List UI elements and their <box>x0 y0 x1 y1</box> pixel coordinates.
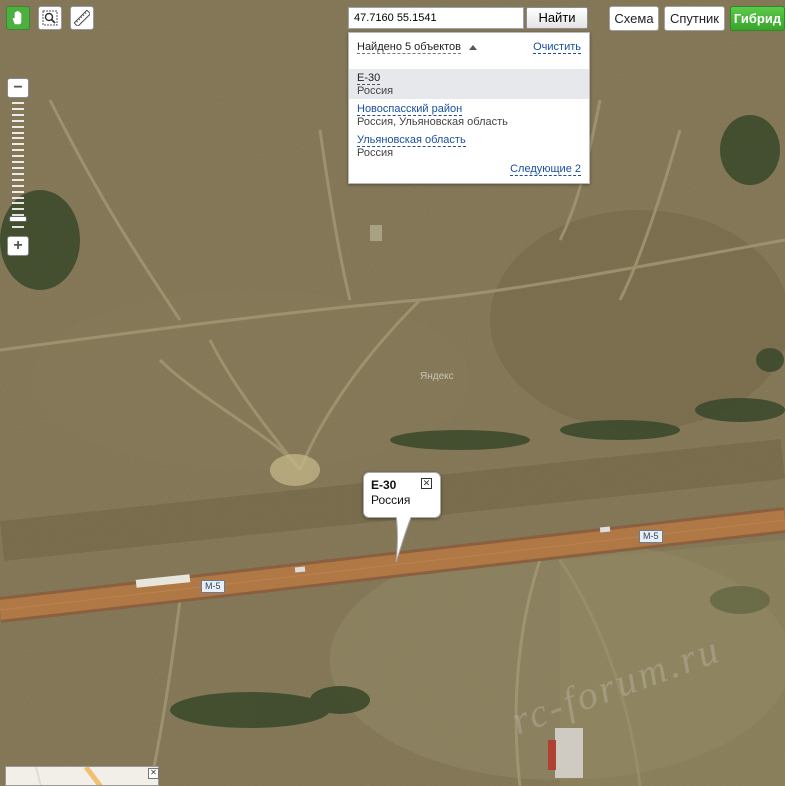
zoom-in-button[interactable]: + <box>7 236 29 256</box>
road-label-m5: M-5 <box>639 530 663 543</box>
zoom-tick <box>12 226 24 229</box>
next-results-link[interactable]: Следующие 2 <box>510 163 581 176</box>
minimap-close-icon[interactable]: ✕ <box>148 768 159 779</box>
search-results: Найдено 5 объектов Очистить E-30 Россия … <box>348 32 590 184</box>
yandex-watermark: Яндекс <box>420 371 454 382</box>
result-subtitle: Россия <box>357 85 394 97</box>
zoom-tick <box>12 196 24 199</box>
zoom-tick <box>12 137 24 140</box>
hand-icon <box>12 10 22 25</box>
zoom-tick <box>12 102 24 104</box>
zoom-control: − + <box>7 78 29 256</box>
search-panel: Найти Найдено 5 объектов Очистить E-30 Р… <box>348 5 590 184</box>
zoom-tick <box>12 172 24 175</box>
overview-minimap[interactable] <box>5 766 159 786</box>
results-count-toggle[interactable]: Найдено 5 объектов <box>357 41 462 54</box>
zoom-tick <box>12 143 24 146</box>
zoom-tick <box>12 155 24 158</box>
result-title[interactable]: Новоспасский район <box>357 103 463 116</box>
clear-results-link[interactable]: Очистить <box>533 41 581 54</box>
zoom-tick <box>12 167 24 169</box>
zoom-area-tool-button[interactable] <box>38 6 62 30</box>
zoom-tick <box>12 149 24 152</box>
ruler-icon <box>74 10 90 26</box>
result-item[interactable]: E-30 Россия <box>349 69 589 99</box>
zoom-tick <box>12 202 24 205</box>
magnifier-zoom-icon <box>42 10 58 26</box>
zoom-tick <box>12 178 24 181</box>
minimap-view <box>35 767 103 785</box>
zoom-tick <box>12 107 24 110</box>
hand-tool-button[interactable] <box>6 6 30 30</box>
balloon-subtitle: Россия <box>371 493 411 507</box>
zoom-slider-track[interactable] <box>9 102 27 232</box>
zoom-slider-thumb[interactable] <box>9 216 27 223</box>
balloon-pointer <box>395 514 413 563</box>
close-icon[interactable]: ✕ <box>421 478 432 489</box>
zoom-tick <box>12 184 24 187</box>
zoom-tick <box>12 161 24 164</box>
zoom-tick <box>12 125 24 128</box>
collapse-arrow-icon[interactable] <box>469 45 477 50</box>
zoom-tick <box>12 190 24 193</box>
search-input[interactable] <box>348 7 524 29</box>
zoom-tick <box>12 131 24 134</box>
layer-hybrid-button[interactable]: Гибрид <box>730 6 785 31</box>
layer-satellite-button[interactable]: Спутник <box>664 6 725 31</box>
map-balloon[interactable]: E-30 Россия ✕ <box>363 472 441 518</box>
result-subtitle: Россия, Ульяновская область <box>357 116 508 128</box>
zoom-tick <box>12 119 24 122</box>
balloon-title: E-30 <box>371 478 397 492</box>
layer-scheme-button[interactable]: Схема <box>609 6 659 31</box>
result-title[interactable]: Ульяновская область <box>357 134 466 147</box>
result-subtitle: Россия <box>357 147 394 159</box>
zoom-tick <box>12 208 24 211</box>
result-item[interactable]: Ульяновская область Россия <box>349 131 589 161</box>
result-title[interactable]: E-30 <box>357 72 381 85</box>
road-label-m5: M-5 <box>201 580 225 593</box>
search-button[interactable]: Найти <box>526 7 588 29</box>
zoom-tick <box>12 113 24 116</box>
ruler-tool-button[interactable] <box>70 6 94 30</box>
zoom-out-button[interactable]: − <box>7 78 29 98</box>
result-item[interactable]: Новоспасский район Россия, Ульяновская о… <box>349 100 589 130</box>
